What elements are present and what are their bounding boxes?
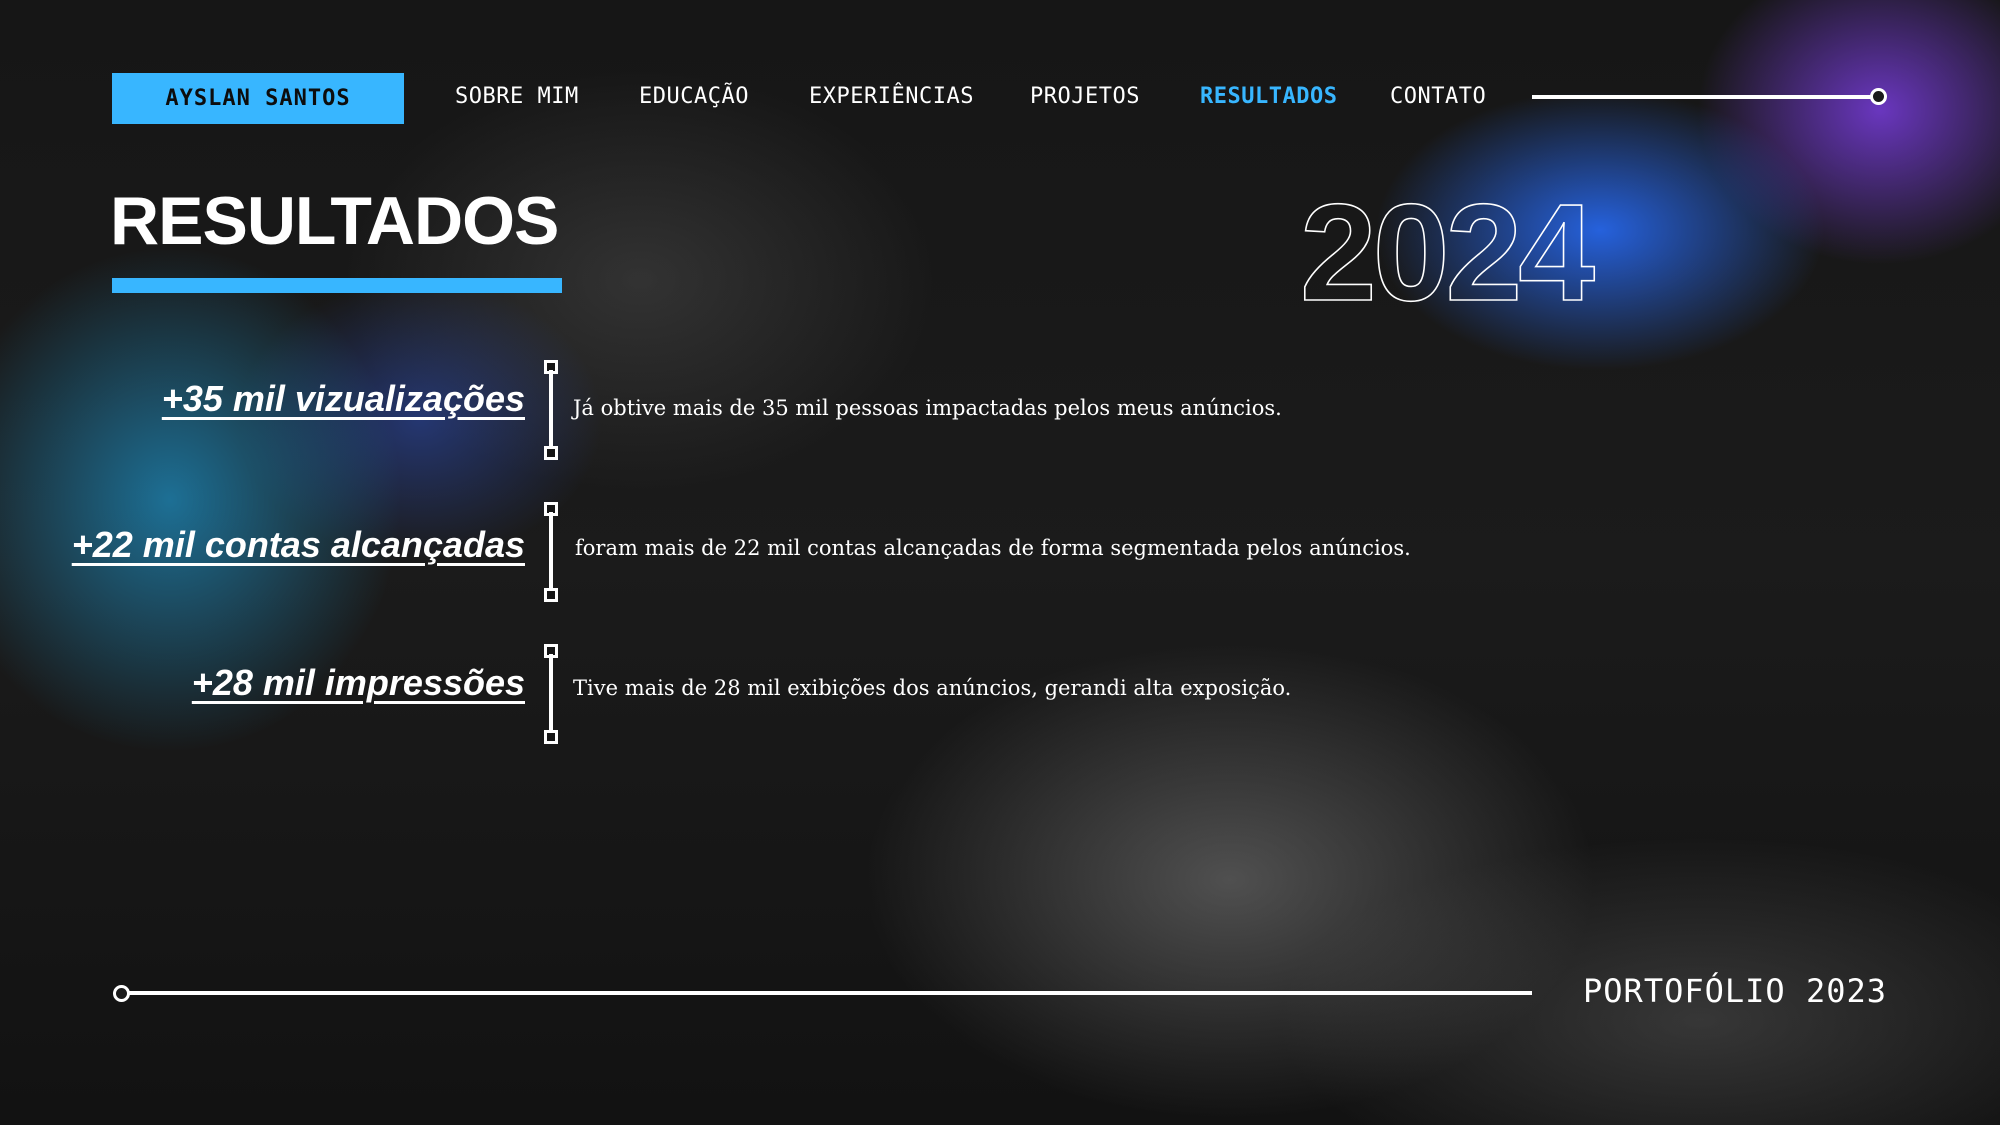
year-outline-text: 2024 bbox=[1299, 175, 1600, 331]
result-metric-reach: +22 mil contas alcançadas bbox=[71, 524, 525, 565]
header-divider-line bbox=[1532, 95, 1877, 99]
footer-divider-line bbox=[120, 991, 1532, 995]
nav-item-resultados[interactable]: RESULTADOS bbox=[1200, 84, 1337, 109]
result-bracket bbox=[544, 502, 558, 602]
nav-item-contato[interactable]: CONTATO bbox=[1390, 84, 1486, 109]
title-underline bbox=[112, 278, 562, 293]
result-description-reach: foram mais de 22 mil contas alcançadas d… bbox=[575, 536, 1411, 560]
year-text: 2024 bbox=[1300, 176, 1595, 330]
nav-item-experiencias[interactable]: EXPERIÊNCIAS bbox=[809, 84, 974, 109]
result-bracket bbox=[544, 644, 558, 744]
result-metric-views: +35 mil vizualizações bbox=[161, 378, 525, 419]
result-description-views: Já obtive mais de 35 mil pessoas impacta… bbox=[573, 396, 1282, 420]
header-line-dot bbox=[1870, 88, 1887, 105]
page-title: RESULTADOS bbox=[110, 183, 559, 259]
result-bracket bbox=[544, 360, 558, 460]
nav-item-projetos[interactable]: PROJETOS bbox=[1030, 84, 1140, 109]
footer-label: PORTOFÓLIO 2023 bbox=[1583, 972, 1887, 1010]
slide-background: AYSLAN SANTOS SOBRE MIM EDUCAÇÃO EXPERIÊ… bbox=[0, 0, 2000, 1125]
result-description-impressions: Tive mais de 28 mil exibições dos anúnci… bbox=[573, 676, 1292, 700]
brand-name[interactable]: AYSLAN SANTOS bbox=[112, 73, 404, 124]
nav-item-sobre-mim[interactable]: SOBRE MIM bbox=[455, 84, 579, 109]
result-metric-impressions: +28 mil impressões bbox=[191, 662, 525, 703]
footer-line-dot bbox=[113, 985, 130, 1002]
nav-item-educacao[interactable]: EDUCAÇÃO bbox=[639, 84, 749, 109]
